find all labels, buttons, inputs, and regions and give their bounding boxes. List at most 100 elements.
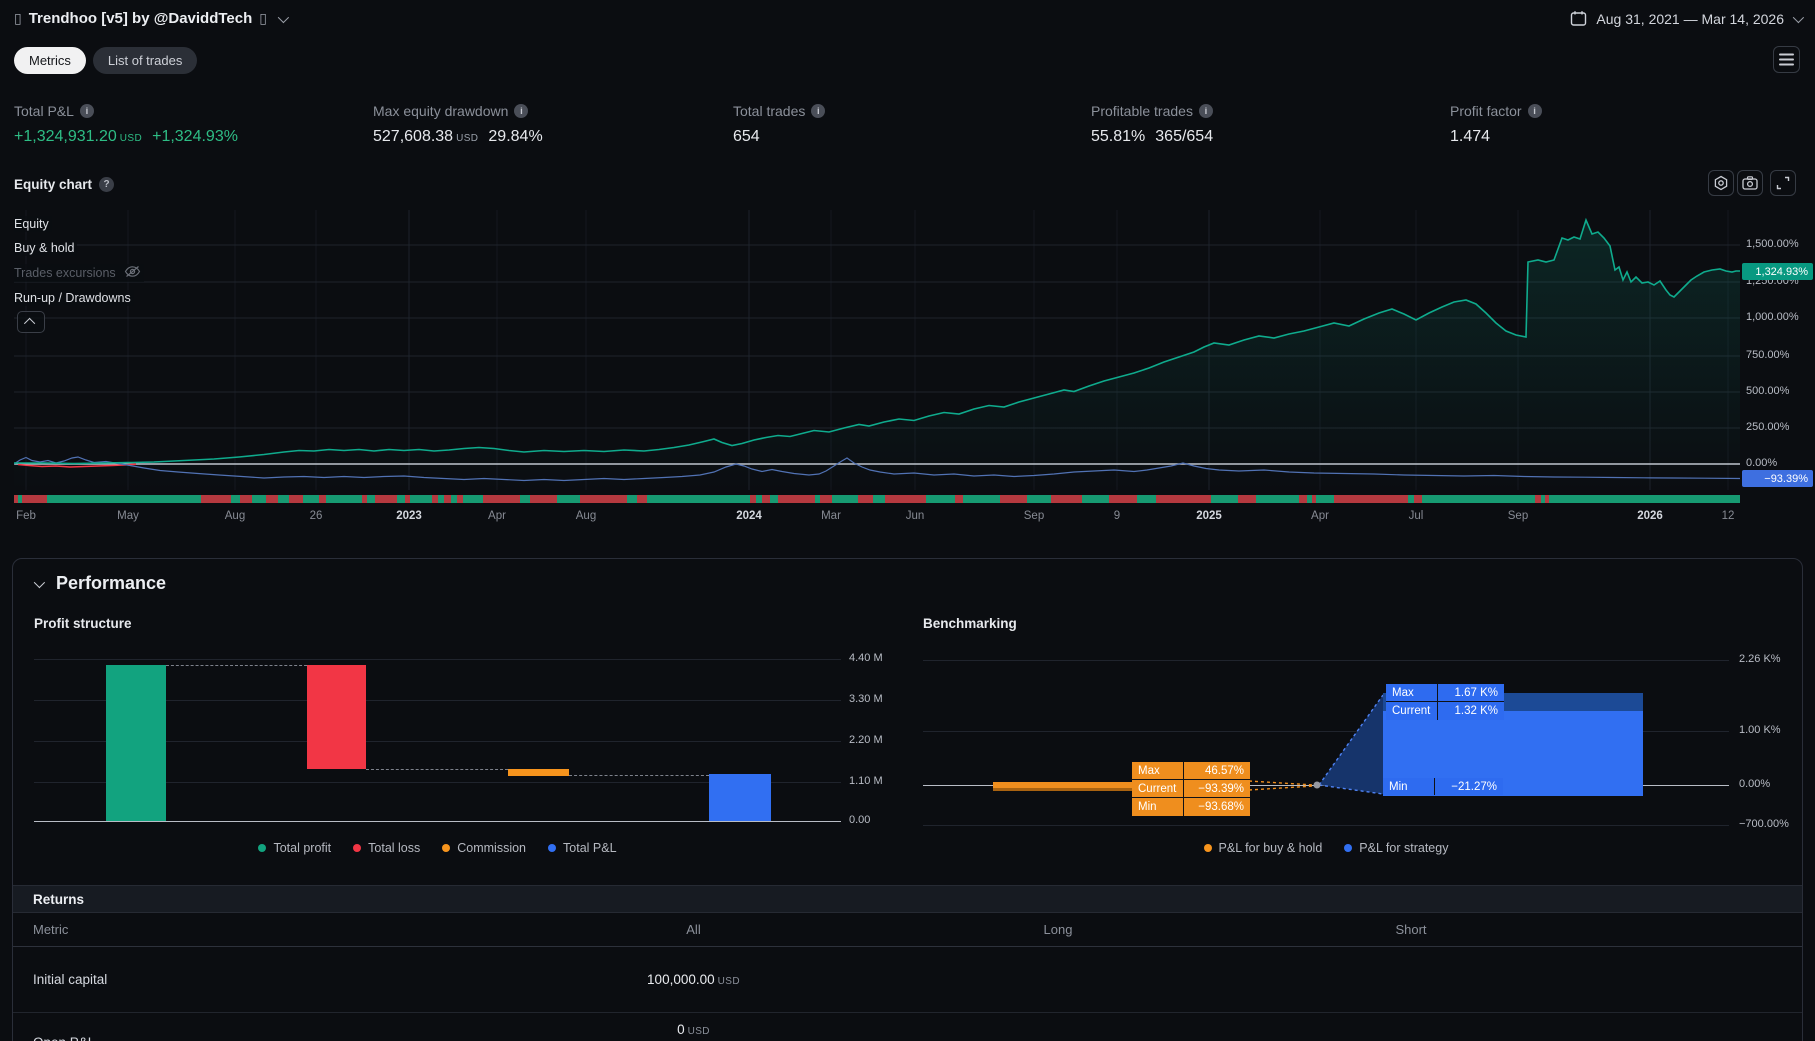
row-label: Open P&L <box>13 1013 480 1041</box>
equity-chart-plot[interactable] <box>14 210 1740 490</box>
tab-metrics[interactable]: Metrics <box>14 47 86 74</box>
legend-color-dot <box>548 844 556 852</box>
chart-fullscreen-button[interactable] <box>1770 170 1796 196</box>
tooltip-row: Max46.57% <box>1132 762 1250 780</box>
legend-item-trades-excursions[interactable]: Trades excursions <box>14 264 144 282</box>
legend-item-label: Run-up / Drawdowns <box>14 291 131 305</box>
tooltip-key: Max <box>1132 762 1184 779</box>
legend-item-label: Trades excursions <box>14 266 116 280</box>
trade-marker-win <box>832 495 857 503</box>
returns-section-header: Returns <box>13 885 1802 913</box>
trade-marker-win <box>963 495 1000 503</box>
tooltip-value: −93.39% <box>1184 780 1250 797</box>
bar-commission[interactable] <box>508 769 569 776</box>
axis-label: 1.10 M <box>849 775 883 787</box>
axis-label: 4.40 M <box>849 652 883 664</box>
trade-marker-loss <box>778 495 815 503</box>
help-icon[interactable]: ? <box>99 177 114 192</box>
trade-marker-loss <box>637 495 647 503</box>
metric-label-text: Profitable trades <box>1091 103 1193 119</box>
legend-collapse-button[interactable] <box>17 311 45 333</box>
tooltip-row: Min−21.27% <box>1383 778 1503 795</box>
tab-list-of-trades[interactable]: List of trades <box>93 47 197 74</box>
eye-off-icon[interactable] <box>124 265 141 281</box>
strategy-tester-screen: ▯ Trendhoo [v5] by @DaviddTech ▯ Aug 31,… <box>0 0 1815 1041</box>
x-axis-label: Jul <box>1409 510 1424 522</box>
info-icon[interactable]: i <box>811 104 825 118</box>
trade-marker-loss <box>240 495 252 503</box>
legend-item-run-up-drawdowns[interactable]: Run-up / Drawdowns <box>14 290 134 306</box>
chevron-down-icon <box>34 576 45 587</box>
info-icon[interactable]: i <box>80 104 94 118</box>
trade-marker-win <box>1422 495 1535 503</box>
info-icon[interactable]: i <box>1199 104 1213 118</box>
tooltip-value: 1.67 K% <box>1438 684 1504 701</box>
trade-marker-win <box>1027 495 1050 503</box>
y-axis-label: 1,000.00% <box>1746 311 1799 323</box>
tooltip-row: Max1.67 K% <box>1386 684 1504 702</box>
legend-item-buy-hold[interactable]: Buy & hold <box>14 240 77 256</box>
legend-item-equity[interactable]: Equity <box>14 216 52 232</box>
legend-item-p-l-for-buy-hold[interactable]: P&L for buy & hold <box>1204 841 1323 855</box>
strategy-title-row[interactable]: ▯ Trendhoo [v5] by @DaviddTech ▯ <box>14 10 286 27</box>
profit-structure-chart: 4.40 M3.30 M2.20 M1.10 M0.00Total profit… <box>34 651 906 866</box>
metric-value-secondary: 29.84% <box>488 128 542 146</box>
metric-label: Total P&L i <box>14 103 238 119</box>
y-axis-label: 500.00% <box>1746 385 1789 397</box>
x-axis-label: 2024 <box>736 510 762 522</box>
date-range-control[interactable]: Aug 31, 2021 — Mar 14, 2026 <box>1570 10 1801 27</box>
x-axis-label: Feb <box>16 510 36 522</box>
trade-marker-win <box>647 495 750 503</box>
legend-item-label: Equity <box>14 217 49 231</box>
trade-marker-loss <box>1051 495 1082 503</box>
legend-item-total-p-l[interactable]: Total P&L <box>548 841 617 855</box>
legend-item-commission[interactable]: Commission <box>442 841 526 855</box>
trade-marker-loss <box>319 495 327 503</box>
y-axis-label: 750.00% <box>1746 349 1789 361</box>
bar-total-profit[interactable] <box>106 665 166 821</box>
x-axis-label: 2026 <box>1637 510 1663 522</box>
performance-section-header[interactable]: Performance <box>34 573 166 594</box>
trade-marker-win <box>557 495 580 503</box>
axis-label: 0.00 <box>849 814 870 826</box>
bar-total-loss[interactable] <box>307 665 366 769</box>
metric-profit-factor: Profit factori1.474 <box>1450 103 1542 146</box>
trade-marker-loss <box>266 495 278 503</box>
legend-item-total-loss[interactable]: Total loss <box>353 841 420 855</box>
metric-values: 654 <box>733 128 825 146</box>
metric-label-text: Total P&L <box>14 103 74 119</box>
trade-marker-loss <box>955 495 963 503</box>
y-axis-label: 250.00% <box>1746 421 1789 433</box>
trade-marker-win <box>410 495 431 503</box>
col-header-long: Long <box>907 922 1209 937</box>
tooltip-key: Max <box>1386 684 1438 701</box>
layout-menu-button[interactable] <box>1773 46 1800 73</box>
tooltip-value: 1.32 K% <box>1438 702 1504 720</box>
metric-label-text: Total trades <box>733 103 805 119</box>
tooltip-value: −21.27% <box>1435 778 1503 795</box>
chart-settings-button[interactable] <box>1708 170 1734 196</box>
row-label: Initial capital <box>13 972 480 987</box>
info-icon[interactable]: i <box>1528 104 1542 118</box>
legend-item-p-l-for-strategy[interactable]: P&L for strategy <box>1344 841 1448 855</box>
trade-marker-win <box>926 495 955 503</box>
trade-marker-loss <box>22 495 47 503</box>
trade-marker-loss <box>375 495 396 503</box>
benchmarking-title: Benchmarking <box>923 616 1017 631</box>
metric-label-text: Profit factor <box>1450 103 1522 119</box>
chart-snapshot-button[interactable] <box>1737 170 1763 196</box>
title-emoji-placeholder: ▯ <box>14 10 22 27</box>
benchmarking-chart: 2.26 K%1.00 K%0.00%−700.00%Max46.57%Curr… <box>923 651 1803 866</box>
info-icon[interactable]: i <box>514 104 528 118</box>
tooltip-key: Min <box>1132 798 1184 816</box>
benchmark-connectors <box>923 651 1803 866</box>
legend-item-total-profit[interactable]: Total profit <box>258 841 331 855</box>
row-value-all: 100,000.00USD <box>480 972 907 987</box>
returns-table-header: Metric All Long Short <box>13 913 1802 947</box>
trade-marker-win <box>252 495 266 503</box>
trade-marker-win <box>770 495 778 503</box>
bar-total-p-l[interactable] <box>709 774 771 821</box>
legend-item-label: Total P&L <box>563 841 617 855</box>
trade-markers-strip <box>14 495 1740 503</box>
trade-marker-loss <box>483 495 520 503</box>
